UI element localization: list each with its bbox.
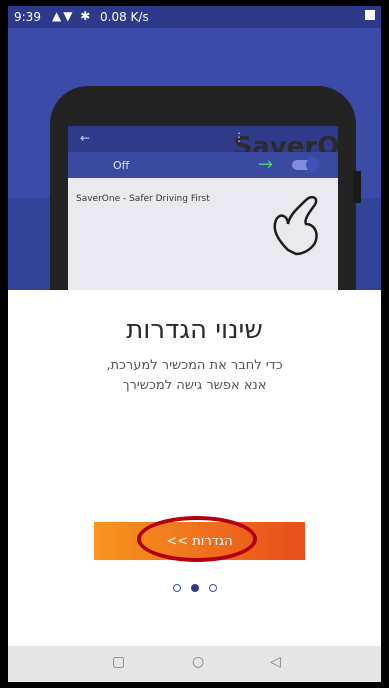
screen: 9:39 ▲▼ ✱ 0.08 K/s ← SaverOne ⋮ Off → xyxy=(8,6,381,682)
description-line-1: כדי לחבר את המכשיר למערכת, xyxy=(106,358,283,373)
hero-illustration: ← SaverOne ⋮ Off → SaverOne - Safer Driv… xyxy=(8,28,381,290)
page-dot-1[interactable] xyxy=(173,584,181,592)
pointer-arrow-icon: → xyxy=(258,154,274,175)
system-nav-bar: ▢ ○ ◁ xyxy=(8,646,381,682)
page-dot-2[interactable] xyxy=(191,584,199,592)
phone-side-button xyxy=(353,171,361,203)
network-speed: 0.08 K/s xyxy=(100,10,149,24)
page-description: כדי לחבר את המכשיר למערכת, אנא אפשר גישה… xyxy=(8,356,381,396)
page-title: שינוי הגדרות xyxy=(126,315,263,345)
illustration-app-bar: ← SaverOne ⋮ xyxy=(68,126,338,162)
illustration-toggle-row: Off → xyxy=(68,152,338,178)
toggle-label: Off xyxy=(113,159,130,172)
description-line-2: אנא אפשר גישה למכשירך xyxy=(122,378,267,393)
phone-screen-illustration: ← SaverOne ⋮ Off → SaverOne - Safer Driv… xyxy=(68,126,338,290)
more-icon: ⋮ xyxy=(233,130,245,144)
settings-button-label: הגדרות >> xyxy=(166,533,233,549)
status-bar: 9:39 ▲▼ ✱ 0.08 K/s xyxy=(8,6,381,28)
signal-icons: ▲▼ ✱ xyxy=(52,9,93,23)
home-icon[interactable]: ○ xyxy=(192,654,204,670)
recent-apps-icon[interactable]: ▢ xyxy=(112,654,125,670)
notification-icon xyxy=(365,10,375,20)
illustration-app-text: SaverOne - Safer Driving First xyxy=(76,194,210,204)
device-frame: 9:39 ▲▼ ✱ 0.08 K/s ← SaverOne ⋮ Off → xyxy=(0,0,389,688)
status-time: 9:39 xyxy=(14,10,41,24)
toggle-knob xyxy=(306,158,320,172)
page-indicator xyxy=(173,582,223,594)
page-dot-3[interactable] xyxy=(209,584,217,592)
hand-pointer-icon xyxy=(273,195,318,256)
back-icon[interactable]: ◁ xyxy=(270,654,281,670)
settings-button[interactable]: הגדרות >> xyxy=(94,516,305,562)
back-arrow-icon: ← xyxy=(80,131,91,145)
